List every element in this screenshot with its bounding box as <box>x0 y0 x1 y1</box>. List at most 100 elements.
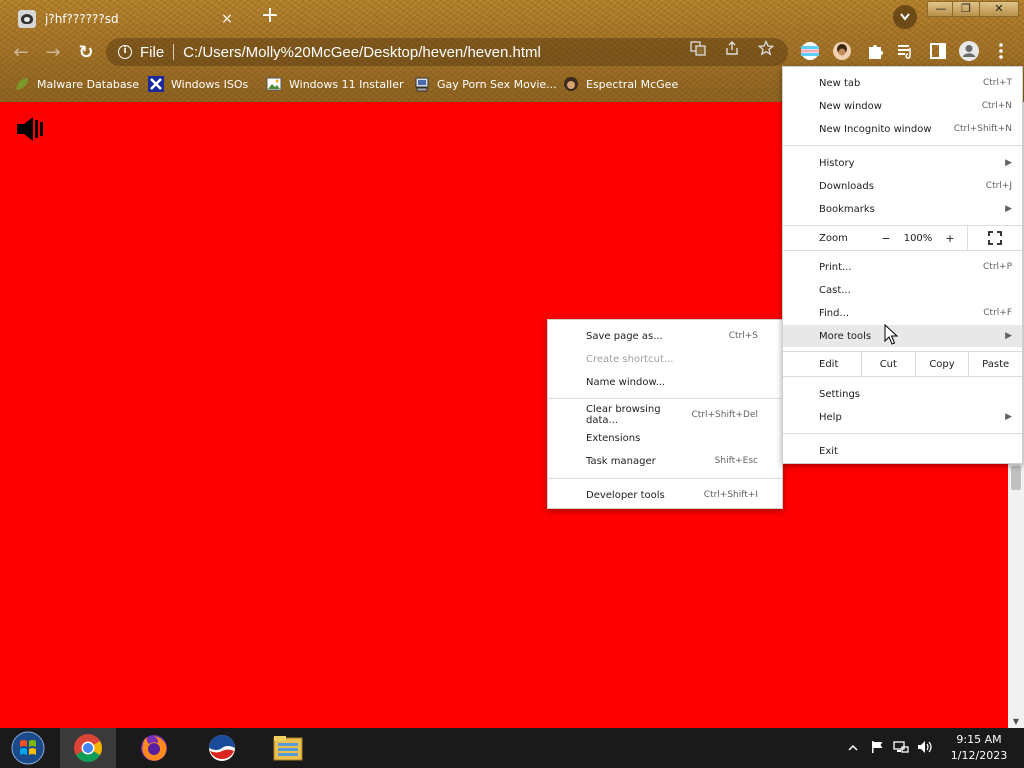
fullscreen-icon[interactable] <box>988 231 1002 245</box>
tab-title: j?hf??????sd <box>45 12 119 26</box>
url-scheme-label: File <box>140 43 165 61</box>
address-bar[interactable]: i File C:/Users/Molly%20McGee/Desktop/he… <box>106 38 788 66</box>
reload-button[interactable]: ↻ <box>73 40 99 66</box>
menu-separator <box>783 433 1022 434</box>
cut-button[interactable]: Cut <box>861 352 915 376</box>
pc-icon <box>415 77 429 92</box>
chrome-menu-kebab-icon[interactable] <box>990 40 1012 62</box>
speaker-icon[interactable] <box>16 116 46 142</box>
file-explorer-icon <box>273 736 303 761</box>
zoom-row: Zoom − 100% + <box>783 226 1022 250</box>
exit-item[interactable]: Exit <box>783 440 1022 462</box>
more-tools-submenu: Save page as... Ctrl+S Create shortcut..… <box>547 319 783 509</box>
volume-icon[interactable] <box>917 740 933 756</box>
action-center-flag-icon[interactable] <box>869 740 885 756</box>
url-separator <box>173 44 175 60</box>
image-icon <box>266 77 282 91</box>
task-manager-item[interactable]: Task manager Shift+Esc <box>548 450 782 472</box>
create-shortcut-item: Create shortcut... <box>586 353 674 365</box>
taskbar-chrome[interactable] <box>60 728 116 768</box>
show-hidden-icons-icon[interactable] <box>845 740 861 756</box>
taskbar-obama-app[interactable] <box>194 728 250 768</box>
extensions-item[interactable]: Extensions <box>548 427 782 449</box>
close-window-button[interactable]: ✕ <box>979 1 1019 17</box>
bookmark-label: Windows ISOs <box>171 77 249 91</box>
info-icon[interactable]: i <box>118 45 132 59</box>
clock-time: 9:15 AM <box>956 733 1002 746</box>
bookmarks-item[interactable]: Bookmarks ▶ <box>783 198 1022 220</box>
minimize-button[interactable]: — <box>927 1 955 17</box>
zoom-divider <box>967 226 968 250</box>
chevron-down-icon <box>900 13 910 21</box>
side-panel-icon[interactable] <box>927 40 949 62</box>
bookmark-label: Espectral McGee <box>586 77 679 91</box>
bookmark-label: Malware Database <box>37 77 140 91</box>
settings-item[interactable]: Settings <box>783 383 1022 405</box>
chrome-icon <box>74 734 102 762</box>
developer-tools-item[interactable]: Developer tools Ctrl+Shift+I <box>548 484 782 506</box>
submenu-arrow-icon: ▶ <box>1005 204 1012 214</box>
history-item[interactable]: History ▶ <box>783 152 1022 174</box>
taskbar-file-explorer[interactable] <box>260 728 316 768</box>
submenu-arrow-icon: ▶ <box>1005 158 1012 168</box>
network-icon[interactable] <box>893 740 909 756</box>
scroll-down-arrow-icon[interactable]: ▼ <box>1012 718 1020 726</box>
new-window-item[interactable]: New window Ctrl+N <box>783 95 1022 117</box>
name-window-item[interactable]: Name window... <box>548 371 782 393</box>
zoom-label: Zoom <box>819 232 848 244</box>
save-page-as-item[interactable]: Save page as... Ctrl+S <box>548 325 782 347</box>
copy-button[interactable]: Copy <box>914 352 969 376</box>
clear-browsing-data-item[interactable]: Clear browsing data... Ctrl+Shift+Del <box>548 404 782 426</box>
browser-tab[interactable]: j?hf??????sd × <box>8 4 246 34</box>
forward-button[interactable]: → <box>40 40 66 66</box>
submenu-arrow-icon: ▶ <box>1005 331 1012 341</box>
bookmark-star-icon[interactable] <box>754 39 778 64</box>
taskbar-firefox[interactable] <box>126 728 182 768</box>
obama-logo-icon <box>209 735 235 761</box>
profile-extension-icon[interactable] <box>831 40 853 62</box>
paste-button[interactable]: Paste <box>968 352 1022 376</box>
bookmark-windows-11-installer[interactable]: Windows 11 Installer <box>266 74 404 94</box>
menu-separator <box>548 398 782 399</box>
new-tab-button[interactable]: + <box>258 5 282 29</box>
cast-item[interactable]: Cast... <box>783 279 1022 301</box>
zoom-out-button[interactable]: − <box>875 232 897 245</box>
zoom-in-button[interactable]: + <box>939 232 961 245</box>
mouse-cursor-icon <box>884 324 898 345</box>
help-item[interactable]: Help ▶ <box>783 406 1022 428</box>
flag-extension-icon[interactable] <box>799 40 821 62</box>
tab-close-icon[interactable]: × <box>218 11 236 27</box>
bookmark-label: Windows 11 Installer <box>289 77 404 91</box>
bookmark-malware-database[interactable]: Malware Database <box>14 74 139 94</box>
url-text[interactable]: C:/Users/Molly%20McGee/Desktop/heven/hev… <box>183 44 686 61</box>
menu-separator <box>783 376 1022 377</box>
translate-icon[interactable] <box>686 40 710 64</box>
bookmark-windows-isos[interactable]: Windows ISOs <box>148 74 248 94</box>
share-icon[interactable] <box>720 40 744 64</box>
leaf-icon <box>16 78 28 90</box>
menu-separator <box>548 478 782 479</box>
more-tools-item[interactable]: More tools ▶ <box>783 325 1022 347</box>
restore-button[interactable]: ❐ <box>952 1 980 17</box>
back-button[interactable]: ← <box>8 40 34 66</box>
print-item[interactable]: Print... Ctrl+P <box>783 256 1022 278</box>
scrollbar-thumb[interactable] <box>1011 466 1021 490</box>
taskbar-clock[interactable]: 9:15 AM 1/12/2023 <box>940 732 1018 764</box>
submenu-arrow-icon: ▶ <box>1005 412 1012 422</box>
downloads-item[interactable]: Downloads Ctrl+J <box>783 175 1022 197</box>
start-button[interactable] <box>0 728 56 768</box>
new-tab-item[interactable]: New tab Ctrl+T <box>783 72 1022 94</box>
tab-search-button[interactable] <box>893 5 917 29</box>
x-logo-icon <box>148 76 164 92</box>
bookmark-label: Gay Porn Sex Movie... <box>437 77 557 91</box>
bookmark-espectral-mcgee[interactable]: Espectral McGee <box>563 74 678 94</box>
find-item[interactable]: Find... Ctrl+F <box>783 302 1022 324</box>
avatar-icon <box>564 77 578 91</box>
new-incognito-window-item[interactable]: New Incognito window Ctrl+Shift+N <box>783 118 1022 140</box>
account-avatar-icon[interactable] <box>958 40 980 62</box>
bookmark-movie[interactable]: Gay Porn Sex Movie... <box>414 74 557 94</box>
extensions-puzzle-icon[interactable] <box>864 40 886 62</box>
edit-label: Edit <box>819 358 839 370</box>
zoom-value: 100% <box>903 232 933 244</box>
media-queue-icon[interactable] <box>895 40 917 62</box>
